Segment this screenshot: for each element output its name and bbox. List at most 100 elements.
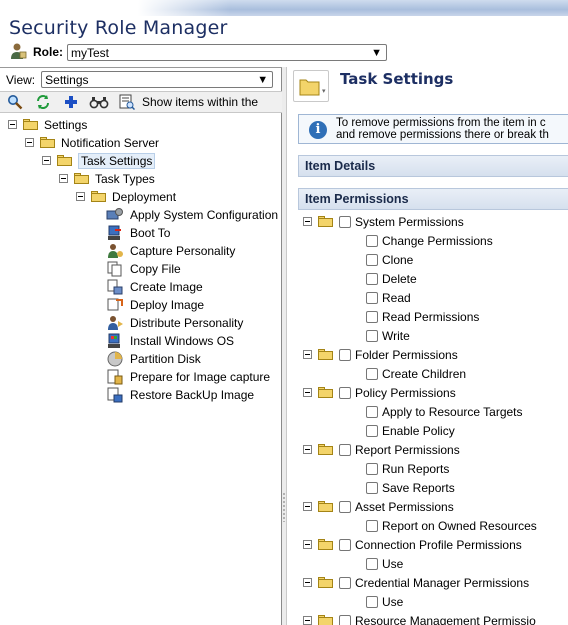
tree-item[interactable]: Deployment (76, 188, 176, 205)
permission-checkbox[interactable] (366, 253, 378, 266)
collapse-toggle-icon[interactable] (25, 138, 34, 147)
item-permissions-header[interactable]: Item Permissions (298, 188, 568, 210)
chevron-down-icon: ▼ (257, 74, 269, 86)
permission-checkbox[interactable] (366, 424, 378, 437)
collapse-toggle-icon[interactable] (303, 616, 312, 625)
permission-checkbox[interactable] (366, 272, 378, 285)
role-select[interactable]: myTest ▼ (67, 43, 387, 61)
tree-item[interactable]: Task Settings (42, 152, 156, 169)
show-items-label[interactable]: Show items within the (142, 95, 258, 109)
tree-item[interactable]: Boot To (106, 224, 170, 241)
permission-group-checkbox[interactable] (339, 538, 351, 551)
collapse-toggle-icon[interactable] (42, 156, 51, 165)
permission-group-checkbox[interactable] (339, 443, 351, 456)
permission-group-checkbox[interactable] (339, 348, 351, 361)
permission-checkbox[interactable] (366, 234, 378, 247)
permission-label: Clone (382, 252, 414, 267)
permission-checkbox[interactable] (366, 367, 378, 380)
tree-item-label[interactable]: Deployment (112, 190, 176, 204)
folder-icon (318, 539, 333, 550)
install-windows-icon (106, 333, 124, 349)
tree-item-label[interactable]: Notification Server (61, 136, 159, 150)
tree-item-label[interactable]: Settings (44, 118, 87, 132)
permission-checkbox[interactable] (366, 519, 378, 532)
folder-icon (318, 577, 333, 588)
collapse-toggle-icon[interactable] (303, 388, 312, 397)
tree-item[interactable]: Restore BackUp Image (106, 386, 254, 403)
folder-menu-button[interactable]: ▾ (293, 70, 329, 102)
view-select[interactable]: Settings ▼ (41, 71, 274, 88)
collapse-toggle-icon[interactable] (303, 502, 312, 511)
tree-item-label[interactable]: Copy File (130, 262, 181, 276)
permission-item: Report on Owned Resources (366, 517, 537, 534)
tree-item[interactable]: Capture Personality (106, 242, 235, 259)
collapse-toggle-icon[interactable] (303, 445, 312, 454)
permission-group-checkbox[interactable] (339, 386, 351, 399)
panel-splitter[interactable] (282, 67, 287, 625)
tree-item[interactable]: Distribute Personality (106, 314, 243, 331)
permission-group-checkbox[interactable] (339, 215, 351, 228)
tree-item[interactable]: Apply System Configuration (106, 206, 278, 223)
tree-item-label[interactable]: Task Settings (78, 152, 156, 169)
permission-checkbox[interactable] (366, 291, 378, 304)
permission-checkbox[interactable] (366, 405, 378, 418)
svg-text:▾: ▾ (322, 87, 326, 95)
copy-file-icon (106, 261, 124, 277)
permission-checkbox[interactable] (366, 481, 378, 494)
tree-item[interactable]: Deploy Image (106, 296, 204, 313)
tree-item-label[interactable]: Prepare for Image capture (130, 370, 270, 384)
collapse-toggle-icon[interactable] (303, 350, 312, 359)
permission-label: Apply to Resource Targets (382, 404, 523, 419)
tree-item-label[interactable]: Boot To (130, 226, 170, 240)
collapse-toggle-icon[interactable] (303, 540, 312, 549)
info-line-1: To remove permissions from the item in c (336, 117, 546, 129)
permission-group-checkbox[interactable] (339, 500, 351, 513)
permission-group: System Permissions (303, 213, 464, 230)
tree-item[interactable]: Install Windows OS (106, 332, 234, 349)
tree-item-label[interactable]: Create Image (130, 280, 203, 294)
permission-checkbox[interactable] (366, 557, 378, 570)
tree-item-label[interactable]: Deploy Image (130, 298, 204, 312)
tree-item-label[interactable]: Task Types (95, 172, 155, 186)
folder-icon (318, 444, 333, 455)
collapse-toggle-icon[interactable] (303, 217, 312, 226)
tree-item-label[interactable]: Restore BackUp Image (130, 388, 254, 402)
tree-item[interactable]: Settings (8, 116, 87, 133)
tree-item[interactable]: Create Image (106, 278, 203, 295)
tree-item-label[interactable]: Install Windows OS (130, 334, 234, 348)
tree-item[interactable]: Task Types (59, 170, 155, 187)
permission-group-checkbox[interactable] (339, 614, 351, 625)
search-button[interactable] (4, 92, 26, 112)
refresh-button[interactable] (32, 92, 54, 112)
folder-icon (318, 387, 333, 398)
permission-group-checkbox[interactable] (339, 576, 351, 589)
tree-item-label[interactable]: Capture Personality (130, 244, 235, 258)
permission-checkbox[interactable] (366, 462, 378, 475)
tree-item-label[interactable]: Partition Disk (130, 352, 201, 366)
search-icon (8, 95, 23, 110)
collapse-toggle-icon[interactable] (8, 120, 17, 129)
tree-item-label[interactable]: Distribute Personality (130, 316, 243, 330)
system-config-icon (106, 207, 124, 223)
page-title: Task Settings (340, 70, 454, 88)
info-text: To remove permissions from the item in c… (336, 117, 549, 141)
tree-item[interactable]: Copy File (106, 260, 181, 277)
boot-to-icon (106, 225, 124, 241)
add-button[interactable] (60, 92, 82, 112)
tree-item[interactable]: Partition Disk (106, 350, 201, 367)
permission-group: Folder Permissions (303, 346, 458, 363)
item-details-header[interactable]: Item Details (298, 155, 568, 177)
find-button[interactable] (88, 92, 110, 112)
permission-checkbox[interactable] (366, 595, 378, 608)
tree-item[interactable]: Prepare for Image capture (106, 368, 270, 385)
tree-item-label[interactable]: Apply System Configuration (130, 208, 278, 222)
permission-checkbox[interactable] (366, 310, 378, 323)
folder-icon (318, 501, 333, 512)
collapse-toggle-icon[interactable] (303, 578, 312, 587)
tree-item[interactable]: Notification Server (25, 134, 159, 151)
view-label: View: (6, 72, 36, 87)
collapse-toggle-icon[interactable] (76, 192, 85, 201)
show-items-button[interactable] (116, 92, 138, 112)
permission-checkbox[interactable] (366, 329, 378, 342)
collapse-toggle-icon[interactable] (59, 174, 68, 183)
